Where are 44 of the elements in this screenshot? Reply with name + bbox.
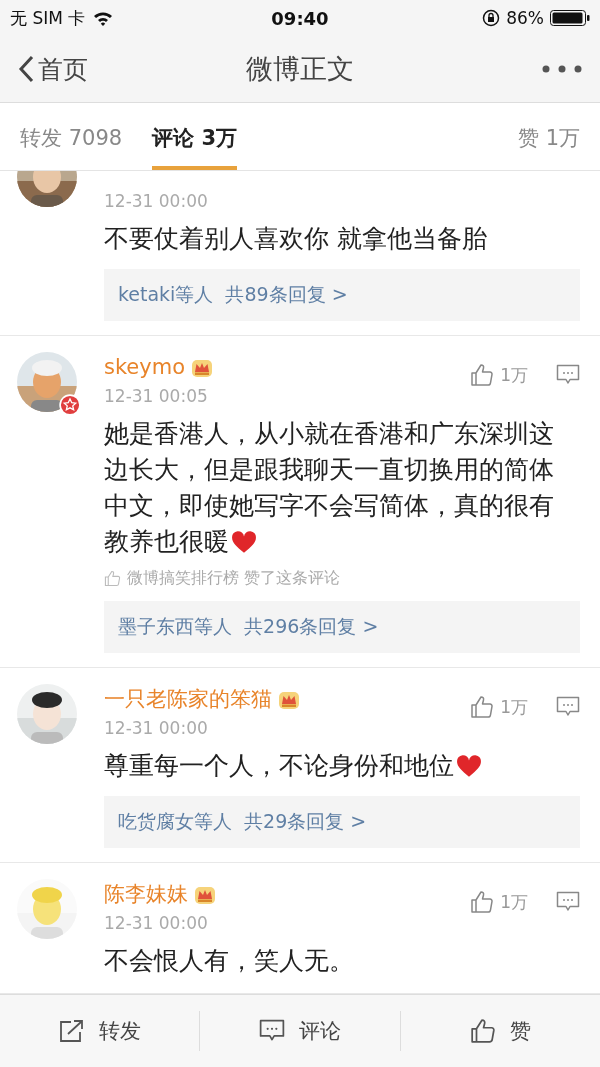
tab[interactable]: 赞 1万 xyxy=(517,103,580,170)
comment-icon[interactable] xyxy=(556,696,580,718)
thumbs-up-icon xyxy=(470,363,495,387)
comment-time: 12-31 00:05 xyxy=(104,385,209,408)
more-icon[interactable] xyxy=(542,65,582,73)
wifi-icon xyxy=(93,10,114,26)
thumbs-up-icon xyxy=(470,890,495,914)
back-chevron-icon xyxy=(18,55,34,83)
comment-time: 12-31 00:00 xyxy=(104,717,209,740)
user-name[interactable]: skeymo xyxy=(104,355,185,379)
battery-percent: 86% xyxy=(506,8,544,28)
toolbar-button[interactable]: 赞 xyxy=(399,1011,600,1051)
user-name[interactable]: 陈李妹妹 xyxy=(104,880,188,908)
comment-text: 她是香港人，从小就在香港和广东深圳这边长大，但是跟我聊天一直切换用的简体中文，即使她写字不会写简体，真的很有教养也很暖 xyxy=(104,418,555,558)
comment-icon[interactable] xyxy=(556,891,580,913)
battery-icon xyxy=(550,10,590,26)
comment-text: 尊重每一个人，不论身份和地位 xyxy=(104,748,566,784)
comment-icon xyxy=(259,1019,285,1043)
toolbar-button[interactable]: 评论 xyxy=(199,1011,400,1051)
like-button[interactable]: 1万 xyxy=(470,695,528,719)
comment-time: 12-31 00:00 xyxy=(104,912,209,935)
thumbs-up-icon xyxy=(104,570,121,587)
comment-text: 不要仗着别人喜欢你 就拿他当备胎 xyxy=(104,223,488,255)
clock-time: 09:40 xyxy=(271,7,329,29)
share-icon xyxy=(58,1019,85,1043)
thumbs-up-icon xyxy=(470,695,495,719)
like-button[interactable]: 1万 xyxy=(470,363,528,387)
comment-text: 不会恨人有，笑人无。 xyxy=(104,945,355,977)
rotation-lock-icon xyxy=(482,9,501,27)
like-button[interactable]: 1万 xyxy=(470,890,528,914)
page-title: 微博正文 xyxy=(246,52,354,86)
replies-link[interactable]: 墨子东西等人 共296条回复 > xyxy=(104,601,580,653)
comment-icon[interactable] xyxy=(556,364,580,386)
replies-link[interactable]: ketaki等人 共89条回复 > xyxy=(104,269,580,321)
toolbar-button[interactable]: 转发 xyxy=(0,1011,200,1051)
thumbs-up-icon xyxy=(469,1018,496,1044)
user-name[interactable]: 一只老陈家的笨猫 xyxy=(104,685,272,713)
tab[interactable]: 评论 3万 xyxy=(152,103,238,170)
carrier-text: 无 SIM 卡 xyxy=(10,6,86,30)
replies-link[interactable]: 吃货腐女等人 共29条回复 > xyxy=(104,796,580,848)
liked-by-text: 微博搞笑排行榜 赞了这条评论 xyxy=(127,568,341,589)
back-button[interactable]: 首页 xyxy=(18,52,128,86)
tab[interactable]: 转发 7098 xyxy=(20,103,123,170)
comment-time: 12-31 00:00 xyxy=(104,190,208,213)
